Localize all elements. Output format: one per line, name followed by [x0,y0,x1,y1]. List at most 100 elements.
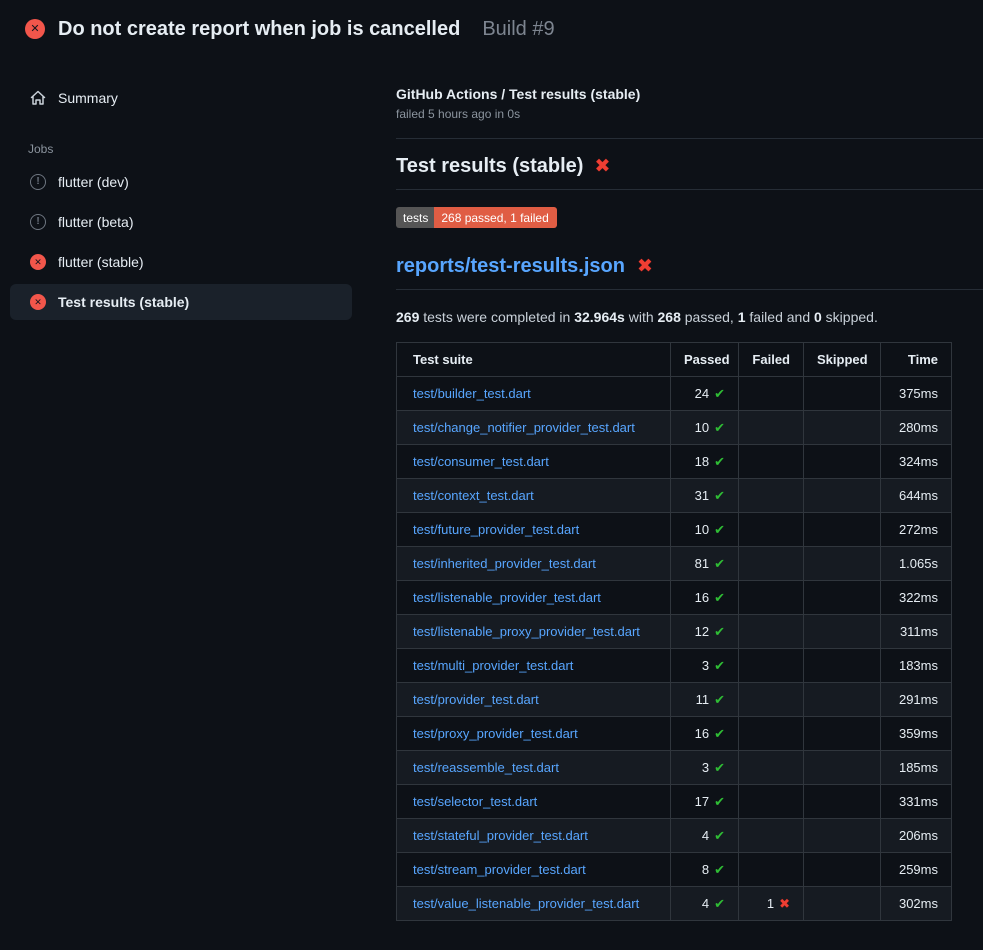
sidebar-job-item[interactable]: ✕Test results (stable) [10,284,352,320]
skipped-cell [804,513,881,547]
time-cell: 311ms [881,615,952,649]
time-cell: 272ms [881,513,952,547]
test-suite-link[interactable]: test/future_provider_test.dart [413,522,579,537]
passed-cell: 4✔ [671,819,739,853]
check-icon: ✔ [714,624,725,639]
section-heading-row: Test results (stable) ✖ [396,155,983,190]
test-suite-link[interactable]: test/change_notifier_provider_test.dart [413,420,635,435]
skipped-cell [804,615,881,649]
check-icon: ✔ [714,760,725,775]
time-cell: 185ms [881,751,952,785]
time-cell: 183ms [881,649,952,683]
skipped-cell [804,683,881,717]
test-suite-link[interactable]: test/stream_provider_test.dart [413,862,586,877]
table-row: test/consumer_test.dart18✔324ms [397,445,952,479]
passed-cell: 4✔ [671,887,739,921]
check-icon: ✔ [714,590,725,605]
failed-cell [739,785,804,819]
passed-cell: 3✔ [671,649,739,683]
passed-cell: 16✔ [671,717,739,751]
badge-value: 268 passed, 1 failed [434,207,556,228]
failed-x-circle-icon: ✕ [25,19,45,39]
test-suite-link[interactable]: test/selector_test.dart [413,794,537,809]
time-cell: 291ms [881,683,952,717]
test-suite-link[interactable]: test/value_listenable_provider_test.dart [413,896,639,911]
test-summary-sentence: 269 tests were completed in 32.964s with… [396,309,983,325]
skipped-cell [804,717,881,751]
failed-cell [739,513,804,547]
test-suite-link[interactable]: test/context_test.dart [413,488,534,503]
cross-mark-icon: ✖ [594,157,610,176]
skipped-cell [804,445,881,479]
test-suite-link[interactable]: test/reassemble_test.dart [413,760,559,775]
sidebar-summary-label: Summary [58,90,118,106]
test-suite-link[interactable]: test/listenable_proxy_provider_test.dart [413,624,640,639]
failed-cell [739,819,804,853]
table-header-row: Test suitePassedFailedSkippedTime [397,343,952,377]
sidebar-job-label: flutter (stable) [58,254,144,270]
check-icon: ✔ [714,522,725,537]
time-cell: 302ms [881,887,952,921]
section-heading: Test results (stable) [396,155,583,178]
check-icon: ✔ [714,828,725,843]
build-number: Build #9 [482,18,554,41]
sidebar-job-label: flutter (beta) [58,214,133,230]
test-suite-link[interactable]: test/inherited_provider_test.dart [413,556,596,571]
sidebar: Summary Jobs !flutter (dev)!flutter (bet… [0,56,368,324]
check-icon: ✔ [714,556,725,571]
sidebar-job-item[interactable]: !flutter (dev) [10,164,352,200]
check-run-header: ✕ Do not create report when job is cance… [0,0,983,56]
passed-cell: 10✔ [671,411,739,445]
passed-cell: 81✔ [671,547,739,581]
time-cell: 259ms [881,853,952,887]
table-row: test/value_listenable_provider_test.dart… [397,887,952,921]
table-header-time: Time [881,343,952,377]
sidebar-job-label: flutter (dev) [58,174,129,190]
table-row: test/future_provider_test.dart 10✔ 272ms [397,513,952,547]
skipped-cell [804,411,881,445]
sidebar-job-item[interactable]: !flutter (beta) [10,204,352,240]
sidebar-item-summary[interactable]: Summary [10,80,352,116]
failed-cell [739,377,804,411]
table-row: test/context_test.dart31✔644ms [397,479,952,513]
report-heading-row: reports/test-results.json ✖ [396,255,983,290]
report-file-link[interactable]: reports/test-results.json [396,255,625,278]
sidebar-job-item[interactable]: ✕flutter (stable) [10,244,352,280]
test-suite-link[interactable]: test/consumer_test.dart [413,454,549,469]
check-icon: ✔ [714,692,725,707]
test-suite-link[interactable]: test/listenable_provider_test.dart [413,590,601,605]
table-row: test/change_notifier_provider_test.dart 1… [397,411,952,445]
tests-badge: tests 268 passed, 1 failed [396,207,557,228]
skipped-cell [804,581,881,615]
passed-cell: 8✔ [671,853,739,887]
time-cell: 322ms [881,581,952,615]
sidebar-jobs-list: !flutter (dev) !flutter (beta) ✕flutter (s… [10,164,352,320]
test-suite-link[interactable]: test/builder_test.dart [413,386,531,401]
check-title: GitHub Actions / Test results (stable) [396,86,983,102]
passed-cell: 18✔ [671,445,739,479]
table-row: test/stateful_provider_test.dart4✔206ms [397,819,952,853]
table-row: test/listenable_provider_test.dart16✔322… [397,581,952,615]
test-suite-link[interactable]: test/proxy_provider_test.dart [413,726,578,741]
test-suite-link[interactable]: test/stateful_provider_test.dart [413,828,588,843]
check-icon: ✔ [714,862,725,877]
test-suite-link[interactable]: test/provider_test.dart [413,692,539,707]
passed-cell: 17✔ [671,785,739,819]
table-row: test/proxy_provider_test.dart16✔359ms [397,717,952,751]
table-row: test/reassemble_test.dart3✔185ms [397,751,952,785]
badge-label: tests [396,207,434,228]
failed-cell [739,445,804,479]
test-suite-link[interactable]: test/multi_provider_test.dart [413,658,573,673]
skipped-cell [804,751,881,785]
passed-cell: 10✔ [671,513,739,547]
failed-cell [739,853,804,887]
skipped-cell [804,377,881,411]
cross-mark-icon: ✖ [637,257,653,276]
check-icon: ✔ [714,420,725,435]
failed-cell [739,717,804,751]
cross-icon: ✖ [779,896,790,911]
check-icon: ✔ [714,794,725,809]
check-icon: ✔ [714,488,725,503]
table-header-skipped: Skipped [804,343,881,377]
failed-cell [739,615,804,649]
